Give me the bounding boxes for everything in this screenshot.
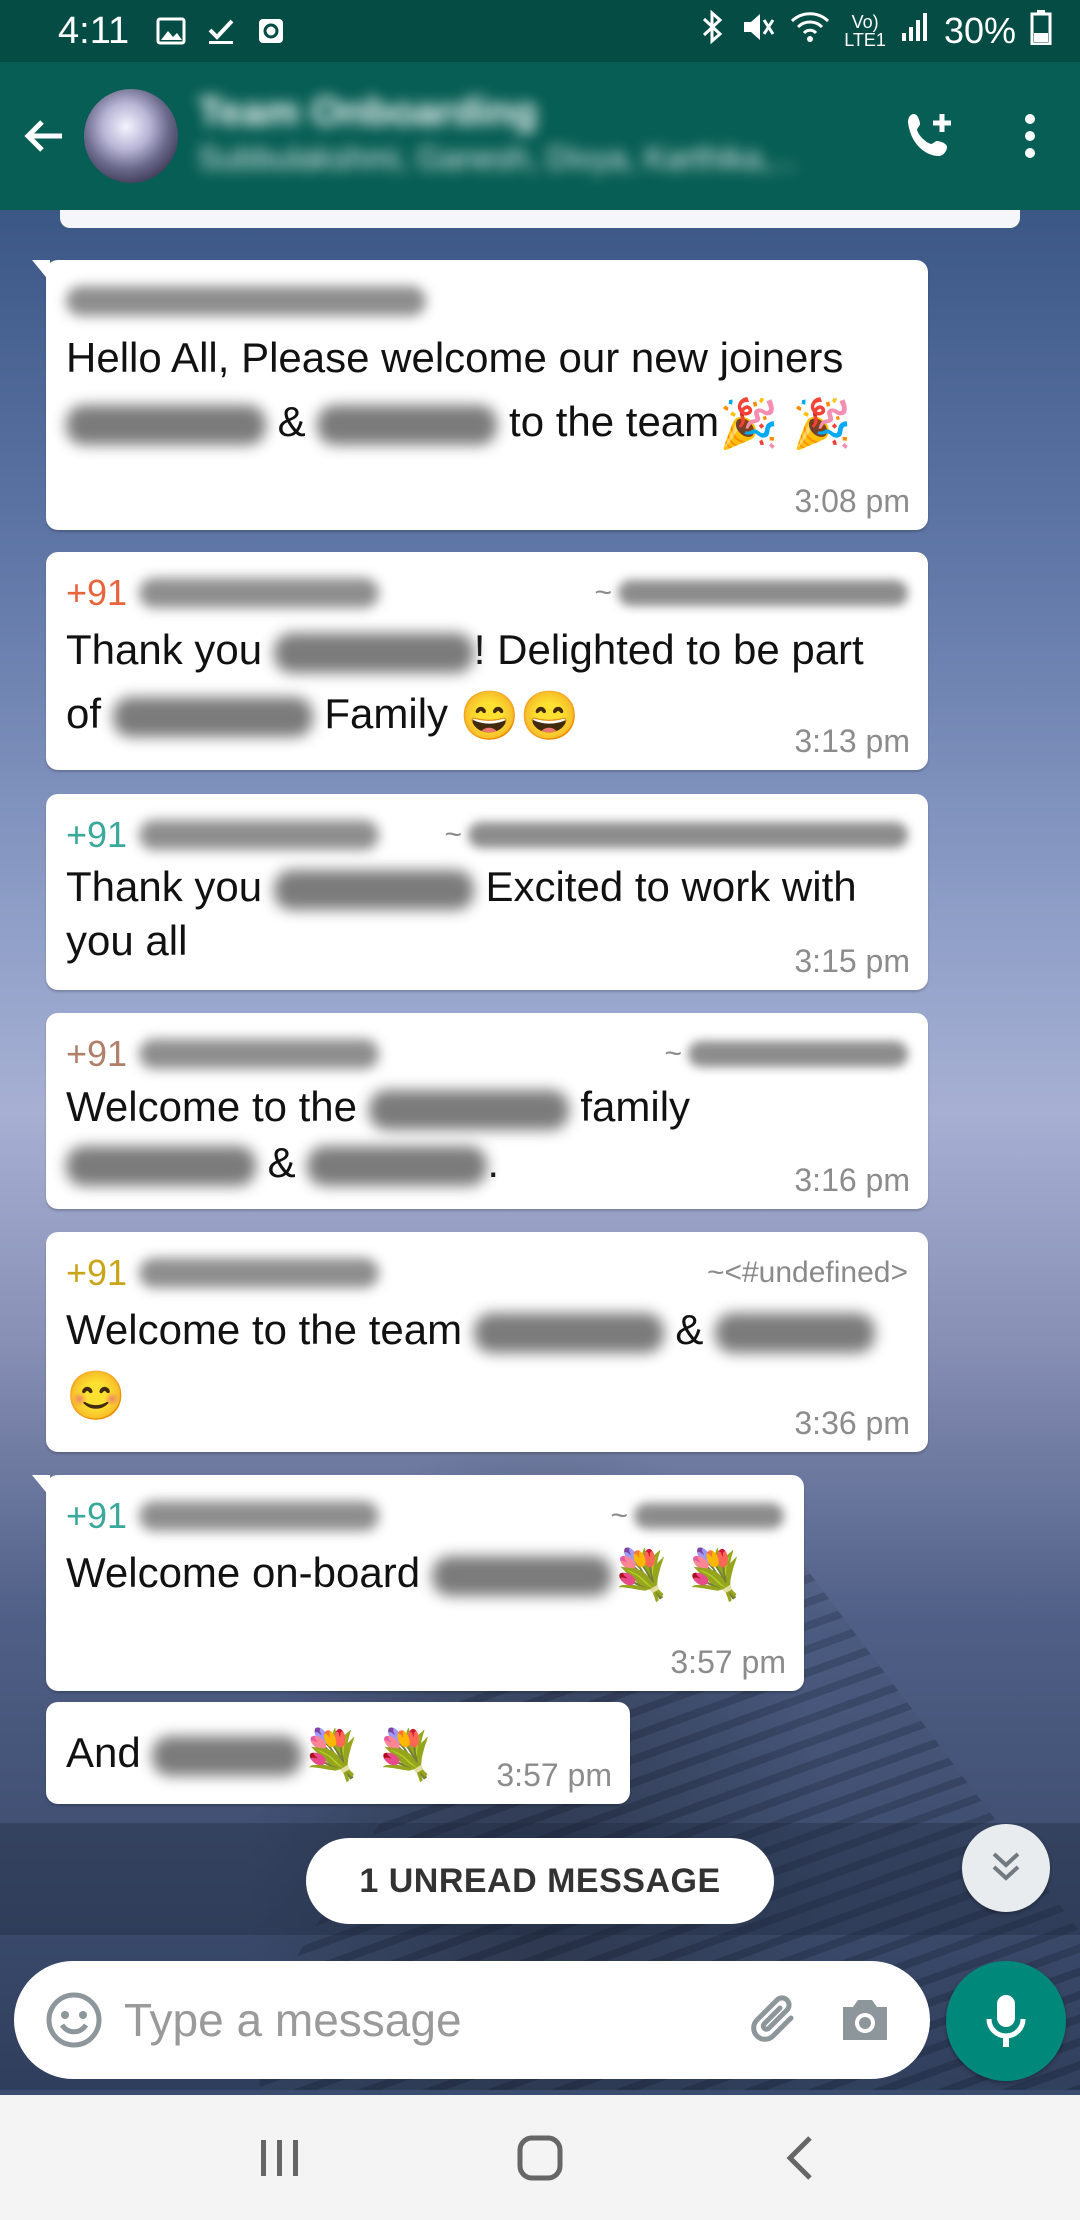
group-avatar[interactable]	[84, 89, 178, 183]
battery-icon	[1030, 9, 1052, 54]
grinning-emoji: 😄😄	[459, 689, 580, 743]
sender-name	[139, 578, 380, 608]
message-bubble[interactable]: Hello All, Please welcome our new joiner…	[32, 260, 928, 530]
sender-phone: +91	[66, 572, 128, 613]
redacted-name	[152, 1735, 303, 1776]
sender-name	[66, 286, 426, 316]
message-bubble[interactable]: +91 ~ Thank you Excited to work with you…	[46, 794, 928, 990]
redacted-name	[473, 1312, 664, 1353]
message-composer	[14, 1961, 930, 2079]
smiling-emoji: 😊	[66, 1369, 126, 1423]
composer-bar	[0, 1935, 1080, 2095]
bouquet-emoji: 💐 💐	[302, 1728, 436, 1782]
bouquet-emoji: 💐 💐	[611, 1548, 745, 1602]
redacted-name	[273, 869, 474, 910]
camera-icon[interactable]	[820, 1975, 910, 2065]
check-icon	[203, 13, 239, 49]
network-indicator: Vo) LTE1	[844, 12, 886, 50]
sender-phone: +91	[66, 1252, 128, 1293]
message-time: 3:16 pm	[794, 1162, 910, 1198]
message-bubble[interactable]: And 💐 💐 3:57 pm	[46, 1702, 630, 1804]
redacted-name	[317, 404, 498, 445]
scroll-to-bottom-button[interactable]	[962, 1824, 1050, 1912]
status-bar: 4:11 Vo) LTE1 30%	[0, 0, 1080, 62]
message-text: Hello All, Please welcome our new joiner…	[66, 334, 844, 381]
sender-phone: +91	[66, 1033, 128, 1074]
sender-phone: +91	[66, 814, 128, 855]
message-bubble[interactable]: +91 ~ Welcome to the family & . 3:16 pm	[46, 1013, 928, 1209]
group-name: Team Onboarding	[198, 90, 538, 134]
message-text: Thank you	[66, 626, 274, 673]
unread-messages-banner[interactable]: 1 UNREAD MESSAGE	[306, 1838, 774, 1924]
system-nav-bar	[0, 2095, 1080, 2220]
back-arrow-icon[interactable]	[4, 86, 84, 186]
redacted-name	[66, 404, 266, 445]
wifi-icon	[790, 10, 830, 52]
message-text: And	[66, 1729, 153, 1776]
message-time: 3:57 pm	[496, 1757, 612, 1793]
back-icon[interactable]	[740, 2108, 860, 2208]
double-chevron-down-icon	[986, 1846, 1026, 1891]
message-text: Welcome on-board	[66, 1549, 432, 1596]
bluetooth-icon	[698, 9, 726, 53]
sender-alias: ~	[664, 1037, 908, 1071]
sender-alias: ~	[444, 818, 908, 852]
sender-alias: ~	[610, 1499, 784, 1533]
previous-message-bubble	[60, 210, 1020, 228]
message-text: Thank you	[66, 863, 274, 910]
message-time: 3:57 pm	[670, 1644, 786, 1680]
sender-phone: +91	[66, 1495, 128, 1536]
message-time: 3:08 pm	[794, 483, 910, 519]
image-icon	[153, 13, 189, 49]
redacted-name	[112, 696, 313, 737]
more-vert-icon[interactable]	[980, 86, 1080, 186]
sender-name	[139, 1258, 380, 1288]
sender-name	[139, 820, 380, 850]
message-bubble[interactable]: +91 ~ Welcome on-board 💐 💐 3:57 pm	[32, 1475, 804, 1691]
home-icon[interactable]	[480, 2108, 600, 2208]
message-bubble[interactable]: +91 ~ Thank you ! Delighted to be part o…	[46, 552, 928, 770]
emoji-icon[interactable]	[34, 1980, 114, 2060]
chat-area[interactable]: Hello All, Please welcome our new joiner…	[0, 210, 1080, 2090]
message-time: 3:36 pm	[794, 1405, 910, 1441]
recents-icon[interactable]	[220, 2108, 340, 2208]
battery-text: 30%	[943, 10, 1016, 51]
mic-icon[interactable]	[946, 1961, 1066, 2081]
message-time: 3:13 pm	[794, 723, 910, 759]
sender-alias: ~	[594, 576, 908, 610]
sender-alias: ~<#undefined>	[706, 1256, 908, 1289]
redacted-name	[307, 1145, 488, 1186]
redacted-name	[431, 1555, 612, 1596]
add-call-icon[interactable]	[880, 86, 980, 186]
group-members: Subbulakshmi, Ganesh, Divya, Karthika,..…	[198, 140, 798, 176]
group-info[interactable]: Team Onboarding Subbulakshmi, Ganesh, Di…	[198, 90, 838, 182]
chat-header: Team Onboarding Subbulakshmi, Ganesh, Di…	[0, 62, 1080, 210]
redacted-name	[66, 1145, 256, 1186]
message-bubble[interactable]: +91 ~<#undefined> Welcome to the team & …	[46, 1232, 928, 1452]
redacted-name	[715, 1312, 876, 1353]
sender-name	[139, 1039, 380, 1069]
attach-icon[interactable]	[730, 1975, 820, 2065]
party-popper-emoji: 🎉 🎉	[719, 397, 853, 451]
clock-app-icon	[253, 13, 289, 49]
message-text: Welcome to the team	[66, 1306, 474, 1353]
redacted-name	[368, 1089, 569, 1130]
redacted-name	[273, 632, 474, 673]
status-time: 4:11	[58, 9, 130, 52]
message-text: Welcome to the	[66, 1083, 369, 1130]
mute-icon	[740, 10, 776, 53]
signal-icon	[900, 10, 930, 52]
message-time: 3:15 pm	[794, 943, 910, 979]
sender-name	[139, 1501, 380, 1531]
message-input[interactable]	[124, 1993, 730, 2047]
